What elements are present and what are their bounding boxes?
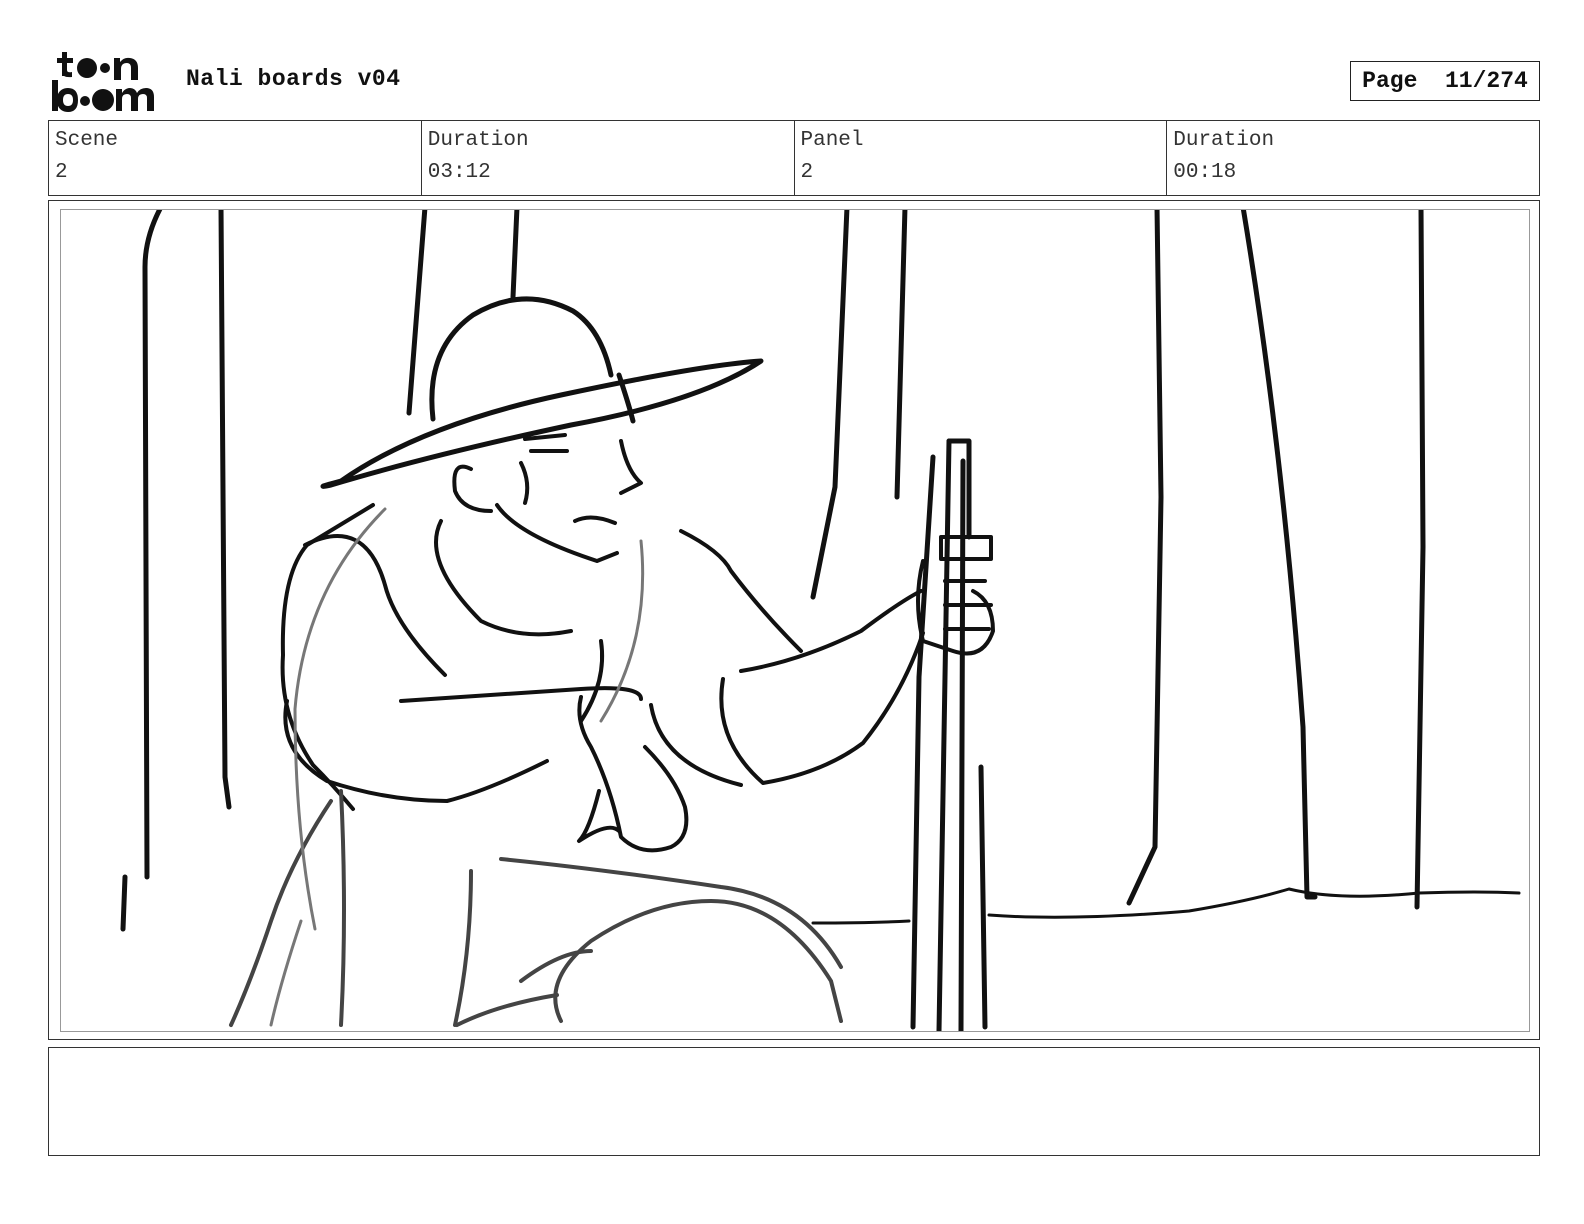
- panel-value: 2: [800, 161, 814, 184]
- panel-duration-value: 00:18: [1173, 161, 1237, 184]
- page-label: Page: [1362, 68, 1418, 94]
- panel-notes-box: [48, 1047, 1540, 1156]
- scene-duration-label: Duration: [427, 129, 529, 152]
- document-title: Nali boards v04: [186, 66, 401, 92]
- scene-value: 2: [55, 161, 68, 184]
- panel-label: Panel: [800, 129, 864, 152]
- scene-label: Scene: [55, 129, 119, 152]
- toon-boom-logo: [52, 50, 164, 112]
- scene-duration-value: 03:12: [427, 161, 491, 184]
- scene-duration-cell: Duration 03:12: [422, 121, 795, 195]
- scene-info-table: Scene 2 Duration 03:12 Panel 2 Duration …: [48, 120, 1540, 196]
- storyboard-image: [60, 209, 1530, 1032]
- panel-duration-cell: Duration 00:18: [1167, 121, 1539, 195]
- page-number: 11/274: [1445, 68, 1528, 94]
- panel-cell: Panel 2: [795, 121, 1168, 195]
- panel-duration-label: Duration: [1173, 129, 1275, 152]
- page-indicator: Page 11/274: [1350, 61, 1540, 101]
- scene-cell: Scene 2: [49, 121, 422, 195]
